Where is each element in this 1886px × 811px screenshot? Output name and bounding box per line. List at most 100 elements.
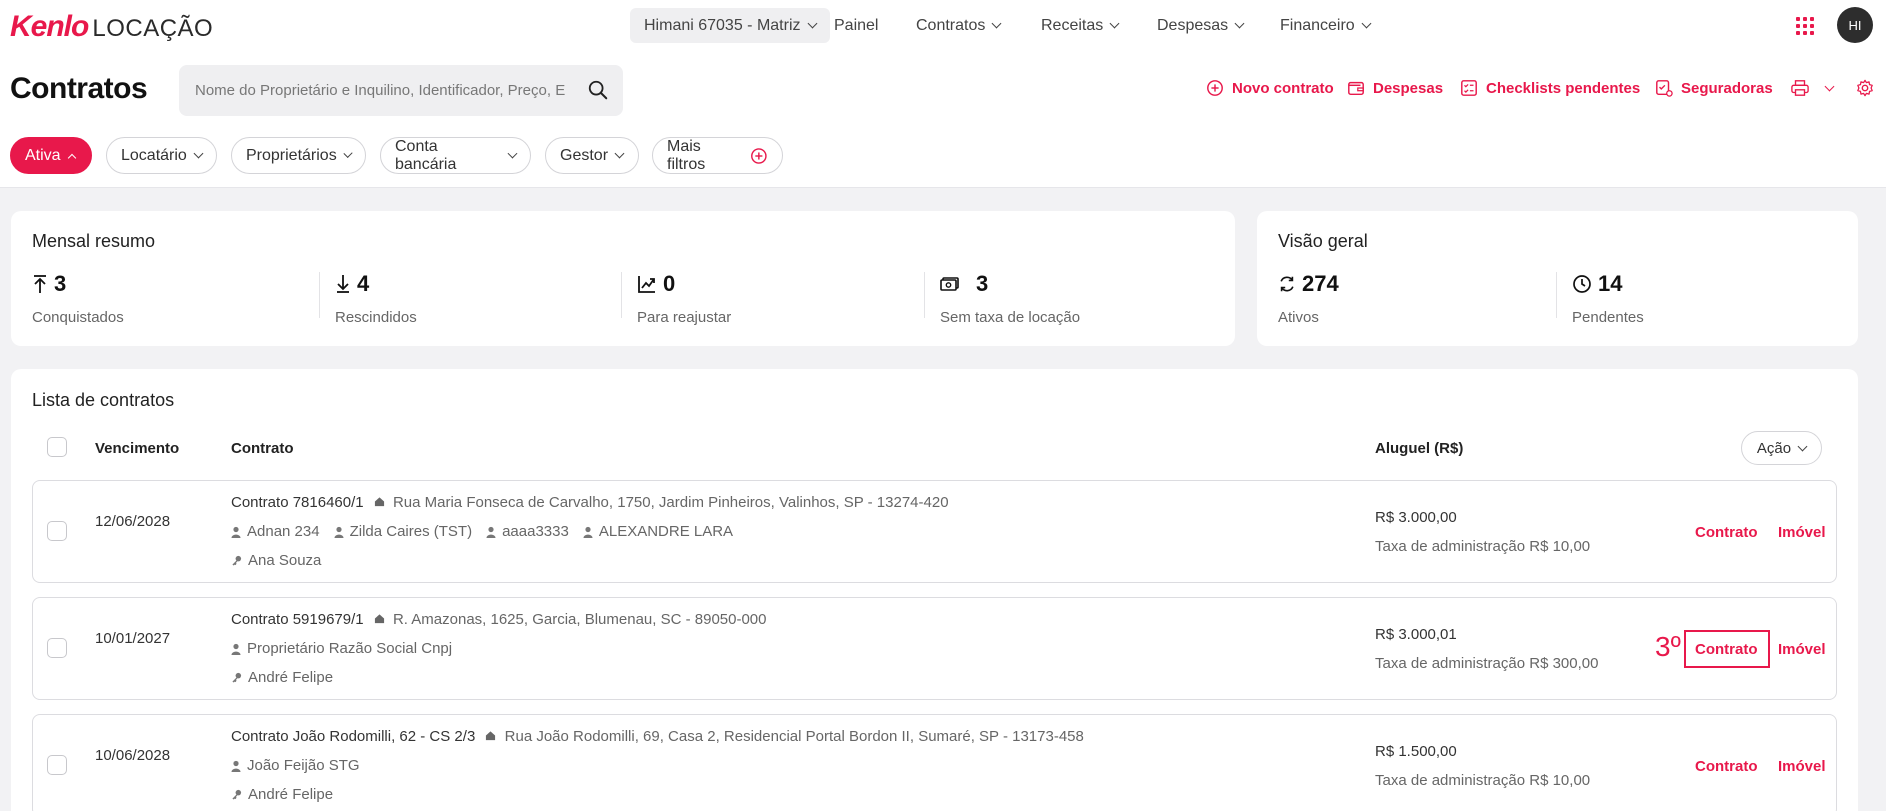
expenses-label: Despesas	[1373, 79, 1444, 97]
chevron-down-icon	[807, 18, 817, 29]
print-menu-button[interactable]	[1790, 79, 1835, 97]
stat-label: Pendentes	[1572, 309, 1644, 326]
row-checkbox[interactable]	[47, 638, 67, 658]
chevron-down-icon	[343, 148, 353, 159]
filter-proprietarios[interactable]: Proprietários	[231, 137, 366, 174]
row-manager: André Felipe	[231, 669, 333, 686]
settings-button[interactable]	[1856, 79, 1882, 97]
property-link[interactable]: Imóvel	[1778, 641, 1826, 658]
person-tag: Zilda Caires (TST)	[334, 523, 472, 540]
contract-link[interactable]: Contrato	[1695, 524, 1758, 541]
property-link[interactable]: Imóvel	[1778, 758, 1826, 775]
nav-label: Financeiro	[1280, 16, 1355, 34]
row-people: Adnan 234 Zilda Caires (TST) aaaa3333 AL…	[231, 523, 747, 540]
contract-address: Rua Maria Fonseca de Carvalho, 1750, Jar…	[392, 494, 949, 511]
trend-up-icon	[638, 276, 655, 293]
filter-label: Locatário	[121, 146, 187, 164]
chevron-up-icon	[67, 153, 76, 162]
person-icon	[334, 526, 344, 538]
stat-ativos: 274 Ativos	[1278, 271, 1339, 326]
stat-value: 0	[663, 271, 676, 296]
row-rent-value: R$ 3.000,01	[1375, 626, 1457, 643]
home-icon	[374, 614, 384, 624]
row-rent-value: R$ 1.500,00	[1375, 743, 1457, 760]
column-due[interactable]: Vencimento	[95, 440, 179, 457]
branch-label: Himani 67035 - Matriz	[644, 16, 801, 34]
person-tag: ALEXANDRE LARA	[583, 523, 733, 540]
new-contract-button[interactable]: Novo contrato	[1206, 79, 1334, 97]
plus-circle-icon	[751, 147, 767, 164]
nav-label: Contratos	[916, 16, 986, 34]
row-contract-line: Contrato João Rodomilli, 62 - CS 2/3 Rua…	[231, 728, 1084, 745]
chevron-down-icon	[1234, 18, 1245, 29]
apps-grid-icon[interactable]	[1796, 17, 1814, 35]
nav-receitas[interactable]: Receitas	[1041, 8, 1120, 43]
wallet-icon	[1348, 81, 1364, 96]
search-icon[interactable]	[587, 79, 609, 101]
nav-painel[interactable]: Painel	[834, 8, 878, 43]
filter-label: Conta bancária	[395, 137, 457, 173]
top-bar: Kenlo LOCAÇÃO Himani 67035 - Matriz Pain…	[0, 0, 1886, 188]
nav-label: Receitas	[1041, 16, 1104, 34]
row-admin-fee: Taxa de administração R$ 300,00	[1375, 655, 1599, 672]
row-due-date: 12/06/2028	[95, 513, 171, 530]
contract-link[interactable]: Contrato	[1695, 641, 1758, 658]
printer-icon	[1791, 80, 1809, 96]
chevron-down-icon	[507, 148, 518, 159]
nav-financeiro[interactable]: Financeiro	[1280, 8, 1372, 43]
person-icon	[583, 526, 593, 538]
avatar[interactable]: HI	[1837, 7, 1873, 43]
person-icon	[231, 643, 241, 655]
filter-conta-bancaria[interactable]: Conta bancária	[380, 137, 531, 174]
stat-label: Sem taxa de locação	[940, 309, 1081, 326]
filter-locatario[interactable]: Locatário	[106, 137, 217, 174]
row-due-date: 10/01/2027	[95, 630, 171, 647]
new-contract-label: Novo contrato	[1232, 79, 1334, 97]
key-icon	[232, 555, 242, 566]
expenses-button[interactable]: Despesas	[1347, 79, 1443, 97]
filter-ativa[interactable]: Ativa	[10, 137, 92, 174]
property-link[interactable]: Imóvel	[1778, 524, 1826, 541]
chevron-down-icon	[1361, 18, 1372, 29]
row-checkbox[interactable]	[47, 521, 67, 541]
annotation-label: 3º	[1655, 631, 1681, 662]
row-people: Proprietário Razão Social Cnpj	[231, 640, 466, 657]
nav-label: Despesas	[1157, 16, 1229, 34]
branch-selector[interactable]: Himani 67035 - Matriz	[630, 8, 830, 43]
nav-contratos[interactable]: Contratos	[916, 8, 1002, 43]
nav-despesas[interactable]: Despesas	[1157, 8, 1245, 43]
pending-checklists-button[interactable]: Checklists pendentes	[1460, 79, 1640, 97]
app-logo[interactable]: Kenlo LOCAÇÃO	[10, 10, 213, 44]
stat-value: 3	[54, 271, 67, 296]
plus-circle-icon	[1207, 80, 1223, 96]
filter-label: Mais filtros	[667, 137, 706, 173]
arrow-up-bar-icon	[34, 275, 46, 293]
filter-label: Ativa	[25, 146, 61, 164]
filter-gestor[interactable]: Gestor	[545, 137, 639, 174]
stat-value: 4	[357, 271, 370, 296]
search-box	[179, 65, 623, 116]
logo-subtitle: LOCAÇÃO	[92, 15, 214, 42]
divider	[621, 272, 622, 318]
home-icon	[374, 497, 384, 507]
insurance-doc-icon	[1656, 80, 1673, 97]
column-contract[interactable]: Contrato	[231, 440, 294, 457]
search-input[interactable]	[195, 82, 575, 99]
filter-mais-filtros[interactable]: Mais filtros	[652, 137, 783, 174]
contract-id: Contrato 5919679/1	[231, 611, 364, 628]
stat-label: Conquistados	[32, 309, 124, 326]
contract-link[interactable]: Contrato	[1695, 758, 1758, 775]
row-admin-fee: Taxa de administração R$ 10,00	[1375, 772, 1591, 789]
stat-rescindidos: 4 Rescindidos	[335, 271, 417, 326]
pending-checklists-label: Checklists pendentes	[1486, 79, 1641, 97]
insurers-button[interactable]: Seguradoras	[1655, 79, 1773, 97]
contract-list-title: Lista de contratos	[32, 390, 175, 410]
divider	[1556, 272, 1557, 318]
row-checkbox[interactable]	[47, 755, 67, 775]
stat-label: Para reajustar	[637, 309, 732, 326]
person-tag: Proprietário Razão Social Cnpj	[231, 640, 452, 657]
select-all-checkbox[interactable]	[47, 437, 67, 457]
column-rent[interactable]: Aluguel (R$)	[1375, 440, 1463, 457]
chevron-down-icon	[614, 148, 625, 159]
action-menu-button[interactable]: Ação	[1741, 431, 1822, 465]
